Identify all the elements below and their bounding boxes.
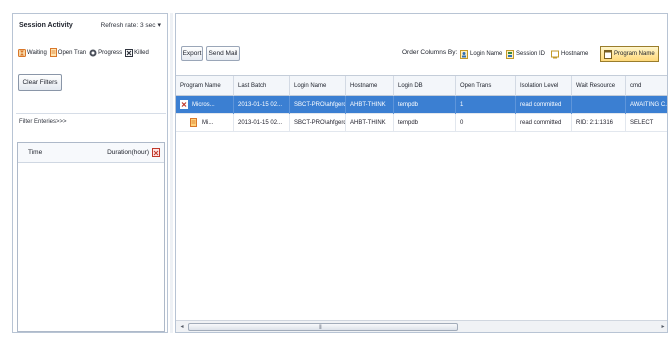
cell-isolation-level: read committed xyxy=(516,114,572,132)
order-by-login-name-button[interactable]: Login Name xyxy=(456,46,506,62)
refresh-rate-label: Refresh rate: 3 sec xyxy=(100,21,156,29)
order-by-program-name-button[interactable]: Program Name xyxy=(600,46,659,62)
host-icon xyxy=(551,50,559,58)
legend-open-tran: Open Tran xyxy=(49,48,87,57)
session-id-icon xyxy=(506,49,514,59)
column-header-wait-resource[interactable]: Wait Resource xyxy=(572,76,626,96)
column-header-last-batch[interactable]: Last Batch xyxy=(234,76,290,96)
table-row[interactable]: Mi... 2013-01-15 02... SBCT-PRO\ahfgerd … xyxy=(176,114,667,132)
order-by-hostname-label: Hostname xyxy=(561,51,589,57)
send-mail-button[interactable]: Send Mail xyxy=(206,46,240,61)
session-time-grid-header: Time Duration(hour) xyxy=(18,143,164,163)
order-by-program-name-label: Program Name xyxy=(614,51,655,57)
killed-x-icon xyxy=(125,48,134,57)
cell-program-name: Micros... xyxy=(188,96,234,114)
column-header-duration[interactable]: Duration(hour) xyxy=(107,149,149,156)
chevron-down-icon: ▾ xyxy=(157,22,161,29)
scroll-right-arrow-icon[interactable]: ▸ xyxy=(659,323,667,331)
scroll-left-arrow-icon[interactable]: ◂ xyxy=(178,323,186,331)
cell-open-trans: 0 xyxy=(456,114,516,132)
order-by-hostname-button[interactable]: Hostname xyxy=(547,46,592,62)
legend-waiting-label: Waiting xyxy=(27,49,47,56)
grid-toolbar: Export Send Mail Order Columns By: Login… xyxy=(176,42,667,64)
cell-cmd: SELECT xyxy=(626,114,667,132)
legend-progress-label: Progress xyxy=(98,49,123,56)
column-header-isolation-level[interactable]: Isolation Level xyxy=(516,76,572,96)
horizontal-scrollbar[interactable]: ◂ ⦀ ▸ xyxy=(176,320,667,332)
session-activity-panel: Session Activity Refresh rate: 3 sec ▾ W… xyxy=(12,13,168,333)
cell-login-db: tempdb xyxy=(394,114,456,132)
legend-progress: Progress xyxy=(89,49,122,57)
process-list-panel: Export Send Mail Order Columns By: Login… xyxy=(175,13,668,333)
user-icon xyxy=(460,49,468,59)
open-transaction-icon xyxy=(49,48,57,57)
cell-program-name: Mi... xyxy=(198,114,234,132)
cell-last-batch: 2013-01-15 02... xyxy=(234,114,290,132)
cell-login-db: tempdb xyxy=(394,96,456,114)
clear-log-icon[interactable] xyxy=(152,148,160,157)
session-panel-title: Session Activity xyxy=(19,21,73,29)
session-time-grid: Time Duration(hour) xyxy=(17,142,165,332)
process-grid: Program Name Last Batch Login Name Hostn… xyxy=(176,75,667,318)
column-header-open-trans[interactable]: Open Trans xyxy=(456,76,516,96)
cell-isolation-level: read committed xyxy=(516,96,572,114)
order-by-session-id-label: Session ID xyxy=(516,51,546,57)
column-header-login-db[interactable]: Login DB xyxy=(394,76,456,96)
refresh-rate-dropdown[interactable]: Refresh rate: 3 sec ▾ xyxy=(100,21,161,30)
scrollbar-thumb[interactable]: ⦀ xyxy=(188,323,458,331)
cell-login-name: SBCT-PRO\ahfgerd xyxy=(290,96,346,114)
order-columns-label: Order Columns By: xyxy=(402,49,458,56)
cell-hostname: AHBT-THINK xyxy=(346,96,394,114)
program-icon xyxy=(604,49,612,59)
order-by-session-id-button[interactable]: Session ID xyxy=(502,46,549,62)
status-legend: Waiting Open Tran Progress Killed xyxy=(18,48,149,57)
column-header-hostname[interactable]: Hostname xyxy=(346,76,394,96)
column-header-time[interactable]: Time xyxy=(28,149,42,156)
filter-entries-row[interactable]: Filter Enteries>>> xyxy=(16,113,166,129)
cell-hostname: AHBT-THINK xyxy=(346,114,394,132)
cell-cmd: AWAITING C... xyxy=(626,96,667,114)
open-transaction-icon xyxy=(190,118,197,127)
column-header-login-name[interactable]: Login Name xyxy=(290,76,346,96)
legend-killed: Killed xyxy=(125,48,149,57)
session-panel-header: Session Activity Refresh rate: 3 sec ▾ xyxy=(13,14,167,36)
column-header-program-name[interactable]: Program Name xyxy=(176,76,234,96)
clear-filters-button[interactable]: Clear Filters xyxy=(18,74,62,91)
export-button[interactable]: Export xyxy=(181,46,203,61)
legend-waiting: Waiting xyxy=(18,48,47,57)
panel-splitter[interactable] xyxy=(170,13,173,333)
process-grid-header: Program Name Last Batch Login Name Hostn… xyxy=(176,76,667,96)
killed-x-icon xyxy=(180,100,188,109)
cell-wait-resource: RID: 2:1:1316 xyxy=(572,114,626,132)
column-header-cmd[interactable]: cmd xyxy=(626,76,667,96)
cell-open-trans: 1 xyxy=(456,96,516,114)
cell-last-batch: 2013-01-15 02... xyxy=(234,96,290,114)
legend-open-tran-label: Open Tran xyxy=(57,49,87,56)
progress-gear-icon xyxy=(89,49,97,56)
legend-killed-label: Killed xyxy=(134,49,149,56)
scrollbar-grip-icon: ⦀ xyxy=(319,325,322,331)
cell-wait-resource xyxy=(572,96,626,114)
hourglass-icon xyxy=(18,48,26,57)
cell-login-name: SBCT-PRO\ahfgerd xyxy=(290,114,346,132)
table-row[interactable]: Micros... 2013-01-15 02... SBCT-PRO\ahfg… xyxy=(176,96,667,114)
order-by-login-name-label: Login Name xyxy=(470,51,503,57)
